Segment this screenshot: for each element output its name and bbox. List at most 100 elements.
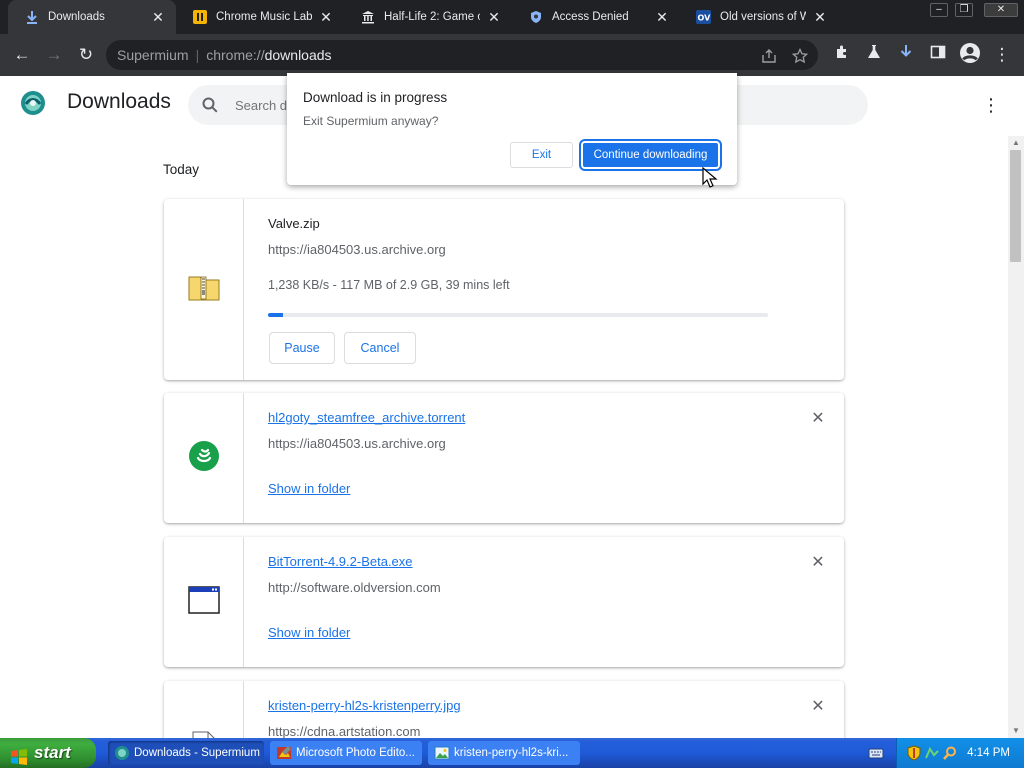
bittorrent-icon (188, 440, 220, 477)
taskbar-item-label: Downloads - Supermium (134, 747, 260, 759)
tab-downloads[interactable]: Downloads ✕ (8, 0, 176, 34)
page-scrollbar[interactable]: ▲ ▼ (1008, 136, 1024, 738)
keyboard-icon[interactable] (868, 745, 884, 761)
close-tab-icon[interactable]: ✕ (150, 9, 166, 26)
page-title: Downloads (67, 90, 171, 113)
show-in-folder-link[interactable]: Show in folder (268, 625, 350, 640)
download-filename-link[interactable]: kristen-perry-hl2s-kristenperry.jpg (268, 698, 461, 713)
image-file-icon (191, 731, 217, 738)
reload-button[interactable]: ↻ (73, 42, 99, 68)
download-in-progress-dialog: Download is in progress Exit Supermium a… (287, 73, 737, 185)
close-window-button[interactable]: ✕ (984, 3, 1018, 17)
download-source-url[interactable]: https://ia804503.us.archive.org (268, 436, 446, 451)
windows-taskbar: start Downloads - Supermium Microsoft Ph… (0, 738, 1024, 768)
taskbar-item-label: Microsoft Photo Edito... (296, 747, 415, 759)
scroll-down-arrow-icon[interactable]: ▼ (1008, 724, 1024, 738)
download-icon[interactable] (893, 42, 919, 68)
show-in-folder-link[interactable]: Show in folder (268, 481, 350, 496)
search-tray-icon[interactable] (942, 745, 958, 761)
scroll-up-arrow-icon[interactable]: ▲ (1008, 136, 1024, 150)
network-icon[interactable] (924, 745, 940, 761)
search-icon[interactable] (201, 96, 219, 114)
download-source-url[interactable]: https://cdna.artstation.com (268, 724, 420, 738)
continue-downloading-button[interactable]: Continue downloading (579, 139, 722, 171)
profile-avatar-icon[interactable] (957, 42, 983, 68)
browser-menu-icon[interactable]: ⋮ (989, 42, 1015, 68)
cancel-button[interactable]: Cancel (344, 332, 416, 364)
tab-title: Access Denied (552, 11, 629, 23)
tab-chrome-music-lab[interactable]: Chrome Music Lab - ✕ (176, 0, 344, 34)
tab-title: Chrome Music Lab - (216, 11, 312, 23)
progress-fill (268, 313, 283, 317)
windows-flag-icon (10, 745, 28, 765)
photo-editor-icon (276, 745, 292, 761)
labs-flask-icon[interactable] (861, 42, 887, 68)
pause-button[interactable]: Pause (269, 332, 335, 364)
download-filename-link[interactable]: BitTorrent-4.9.2-Beta.exe (268, 554, 413, 569)
download-item-torrent: hl2goty_steamfree_archive.torrent https:… (164, 393, 844, 523)
close-tab-icon[interactable]: ✕ (486, 9, 502, 26)
url-host: downloads (264, 47, 332, 63)
bookmark-star-icon[interactable] (791, 40, 809, 70)
close-tab-icon[interactable]: ✕ (654, 9, 670, 26)
dialog-title: Download is in progress (303, 90, 448, 105)
security-shield-icon[interactable] (906, 745, 922, 761)
browser-name: Supermium (117, 47, 189, 63)
tab-old-versions[interactable]: OV Old versions of Wind ✕ (680, 0, 838, 34)
tab-title: Half-Life 2: Game of (384, 11, 480, 23)
taskbar-item-downloads[interactable]: Downloads - Supermium (108, 741, 264, 765)
remove-download-icon[interactable]: ✕ (810, 411, 826, 427)
scrollbar-thumb[interactable] (1010, 150, 1021, 262)
extensions-icon[interactable] (829, 42, 855, 68)
supermium-icon (114, 745, 130, 761)
remove-download-icon[interactable]: ✕ (810, 699, 826, 715)
download-filename-link[interactable]: hl2goty_steamfree_archive.torrent (268, 410, 465, 425)
search-input[interactable] (233, 93, 293, 117)
tab-half-life[interactable]: Half-Life 2: Game of ✕ (344, 0, 512, 34)
download-icon (24, 10, 39, 25)
download-icon-column (164, 681, 244, 738)
tab-access-denied[interactable]: Access Denied ✕ (512, 0, 680, 34)
share-icon[interactable] (761, 40, 777, 70)
side-panel-icon[interactable] (925, 42, 951, 68)
minimize-button[interactable]: – (930, 3, 948, 17)
download-item-exe: BitTorrent-4.9.2-Beta.exe http://softwar… (164, 537, 844, 667)
url-scheme: chrome:// (206, 47, 265, 63)
address-bar[interactable]: Supermium | chrome://downloads (106, 40, 818, 70)
svg-text:OV: OV (698, 14, 712, 23)
download-source-url[interactable]: https://ia804503.us.archive.org (268, 242, 446, 257)
remove-download-icon[interactable]: ✕ (810, 555, 826, 571)
more-actions-menu[interactable]: ⋮ (982, 94, 1000, 116)
taskbar-clock: 4:14 PM (967, 747, 1010, 759)
back-button[interactable]: ← (9, 42, 35, 68)
taskbar-item-label: kristen-perry-hl2s-kri... (454, 747, 569, 759)
download-item-jpg: kristen-perry-hl2s-kristenperry.jpg http… (164, 681, 844, 738)
section-heading-today: Today (163, 162, 200, 177)
download-filename: Valve.zip (268, 216, 320, 231)
exit-button[interactable]: Exit (510, 142, 573, 168)
tab-title: Downloads (48, 11, 105, 23)
start-button[interactable]: start (0, 738, 96, 768)
download-progress-bar (268, 313, 768, 317)
close-tab-icon[interactable]: ✕ (812, 9, 828, 26)
oldversion-icon: OV (696, 10, 711, 25)
download-icon-column (164, 537, 244, 667)
close-tab-icon[interactable]: ✕ (318, 9, 334, 26)
mouse-cursor-icon (702, 166, 718, 189)
dialog-message: Exit Supermium anyway? (303, 114, 439, 128)
forward-button[interactable]: → (41, 42, 67, 68)
system-tray: 4:14 PM (896, 738, 1024, 768)
start-label: start (34, 743, 71, 762)
shield-icon (528, 10, 543, 25)
download-progress-status: 1,238 KB/s - 117 MB of 2.9 GB, 39 mins l… (268, 278, 510, 292)
supermium-logo-icon (20, 90, 46, 116)
zip-file-icon (188, 273, 220, 306)
download-source-url[interactable]: http://software.oldversion.com (268, 580, 441, 595)
taskbar-item-photo-editor[interactable]: Microsoft Photo Edito... (270, 741, 422, 765)
music-lab-icon (192, 10, 207, 25)
browser-toolbar: ← → ↻ Supermium | chrome://downloads ⋮ (0, 34, 1024, 76)
restore-button[interactable]: ❐ (955, 3, 973, 17)
application-window-icon (187, 585, 220, 619)
address-separator: | (195, 47, 200, 63)
taskbar-item-image[interactable]: kristen-perry-hl2s-kri... (428, 741, 580, 765)
